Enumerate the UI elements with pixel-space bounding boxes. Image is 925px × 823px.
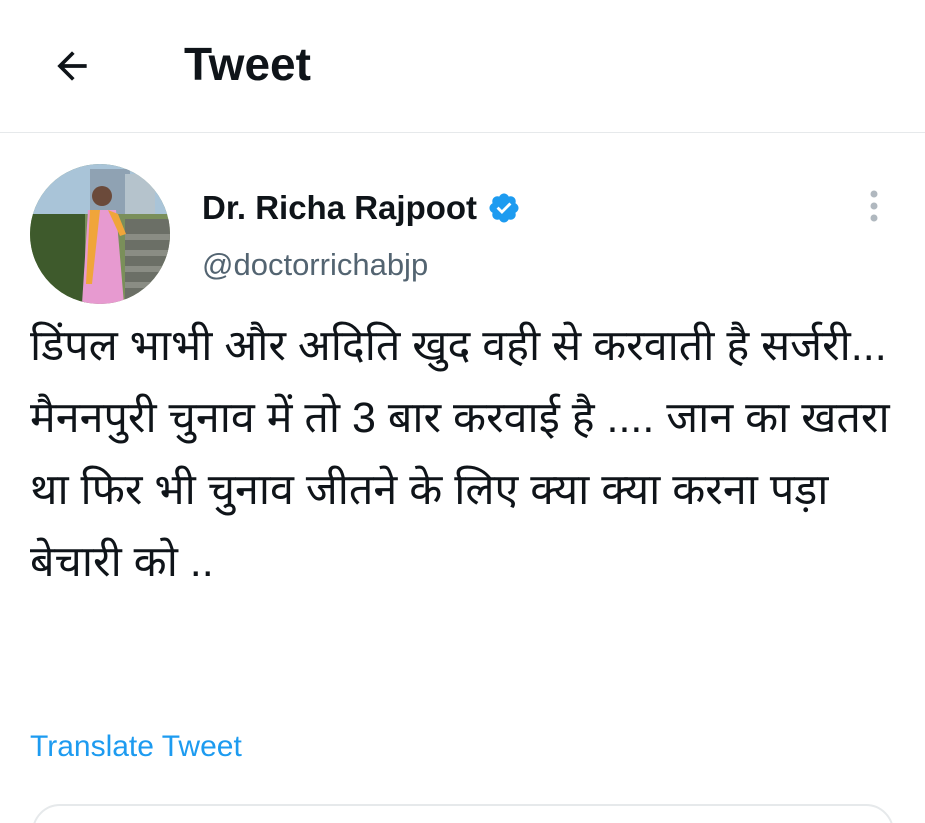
tweet-card-partial[interactable] xyxy=(32,804,894,823)
tweet-detail-page: Tweet Dr. Richa Rajpoot @doctorrichabjp … xyxy=(0,0,925,823)
arrow-left-icon xyxy=(57,51,87,81)
translate-tweet-link[interactable]: Translate Tweet xyxy=(30,727,242,767)
author-handle[interactable]: @doctorrichabjp xyxy=(202,245,428,285)
author-name-row[interactable]: Dr. Richa Rajpoot xyxy=(202,188,521,228)
verified-badge-icon xyxy=(487,191,521,225)
more-options-button[interactable] xyxy=(856,182,892,230)
page-title: Tweet xyxy=(184,38,311,90)
tweet-text: डिंपल भाभी और अदिति खुद वही से करवाती है… xyxy=(30,322,902,586)
avatar[interactable] xyxy=(30,164,170,304)
profile-photo xyxy=(30,164,170,304)
more-vertical-icon xyxy=(870,190,878,222)
author-display-name: Dr. Richa Rajpoot xyxy=(202,189,478,226)
top-app-bar: Tweet xyxy=(0,0,925,133)
back-button[interactable] xyxy=(44,38,100,94)
